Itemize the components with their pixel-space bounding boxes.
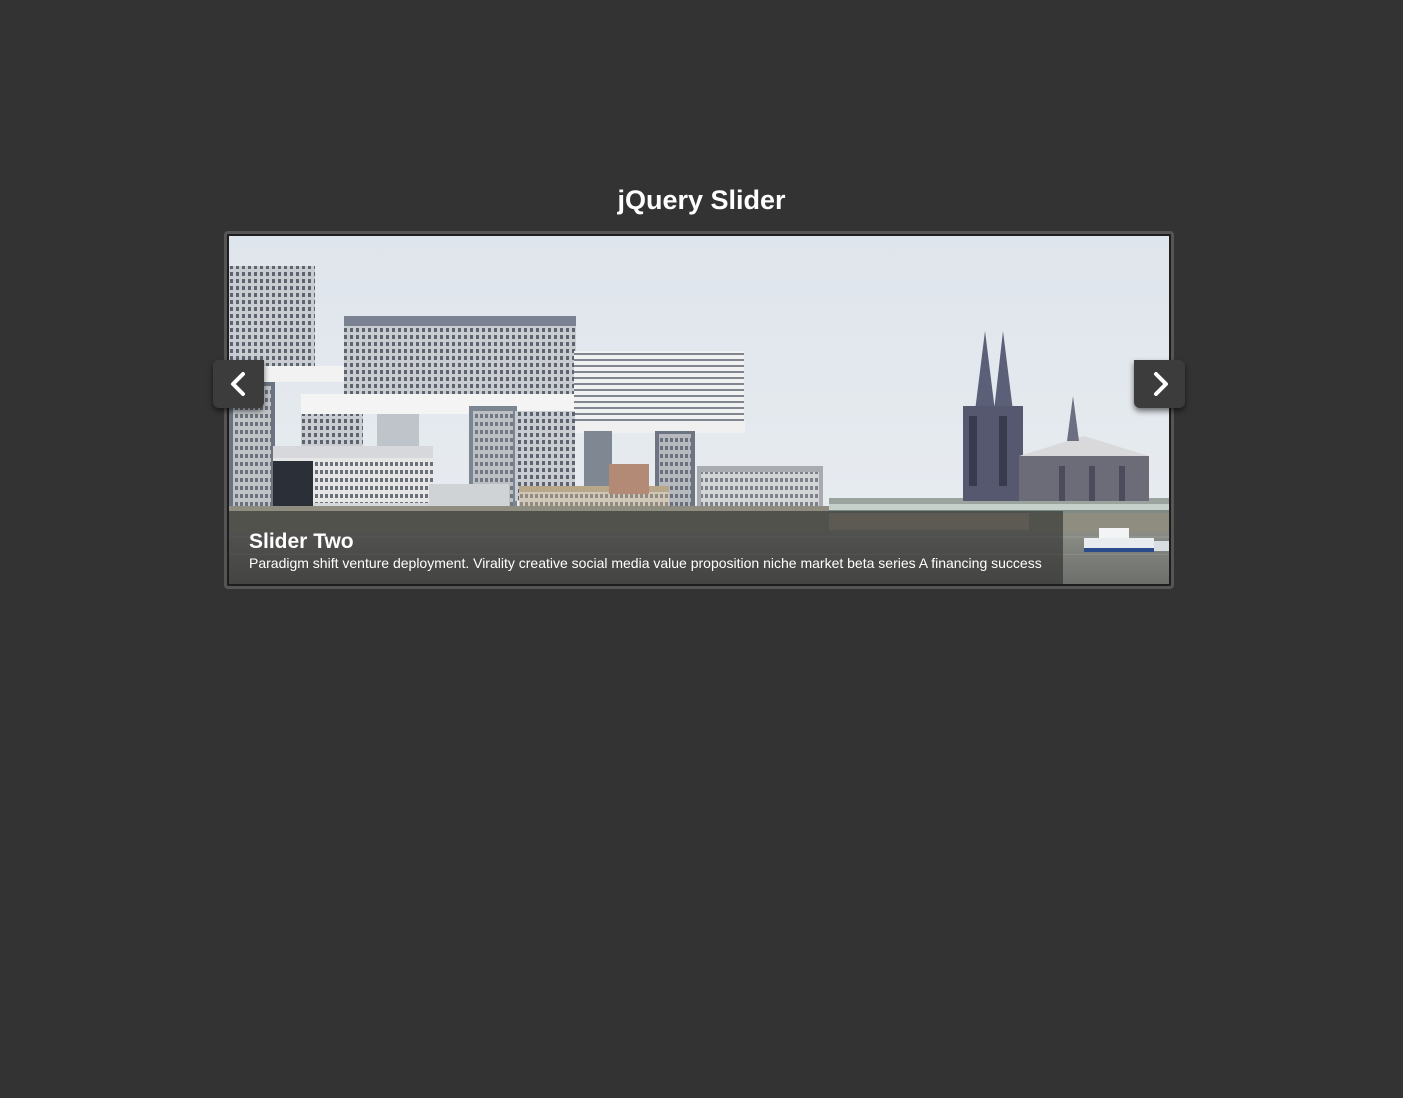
slider: Slider Two Paradigm shift venture deploy… xyxy=(224,231,1174,589)
slide-image: Slider Two Paradigm shift venture deploy… xyxy=(229,236,1169,584)
page-title: jQuery Slider xyxy=(617,185,786,215)
slide-description: Paradigm shift venture deployment. Viral… xyxy=(249,555,1042,571)
chevron-left-icon xyxy=(231,372,245,396)
slide-caption: Slider Two Paradigm shift venture deploy… xyxy=(229,511,1063,584)
chevron-right-icon xyxy=(1154,372,1168,396)
next-slide-button[interactable] xyxy=(1134,360,1185,408)
slide-title: Slider Two xyxy=(249,530,354,553)
prev-slide-button[interactable] xyxy=(213,360,264,408)
